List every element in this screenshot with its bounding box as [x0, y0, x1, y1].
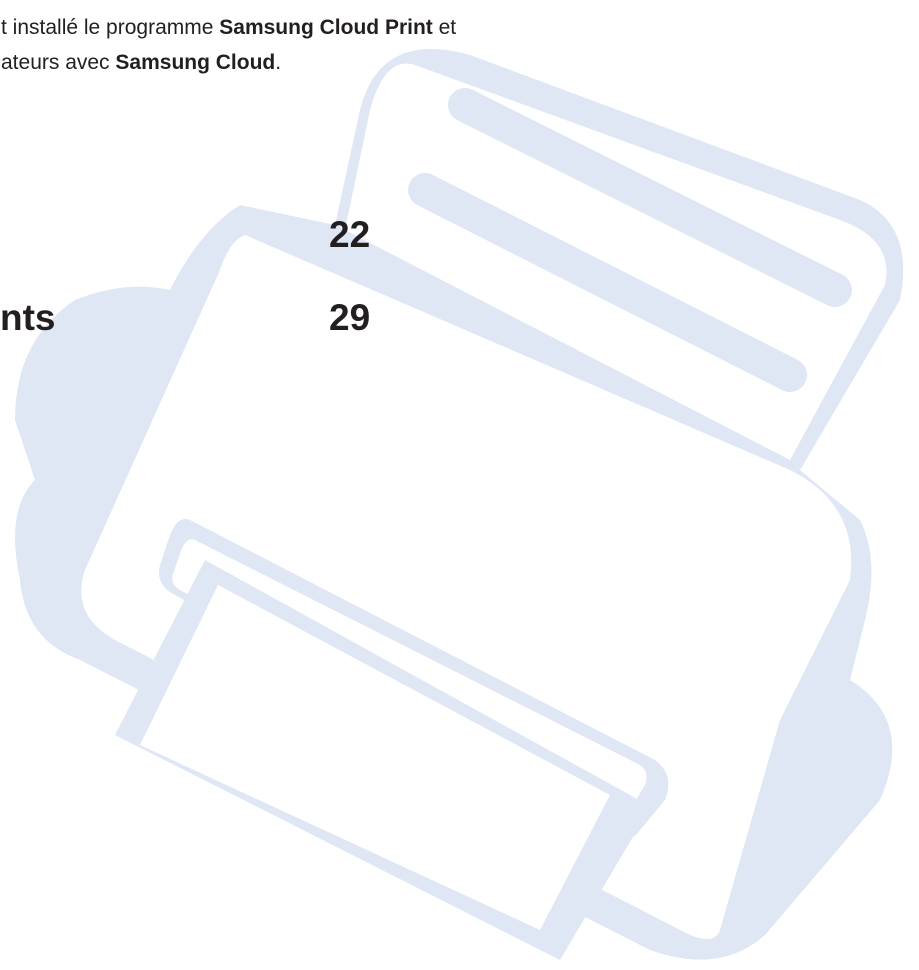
intro-line-1-prefix: t installé le programme: [1, 16, 220, 39]
toc-page-number: 22: [329, 214, 371, 255]
intro-line-2: ateurs avec Samsung Cloud.: [1, 50, 281, 76]
intro-line-1: t installé le programme Samsung Cloud Pr…: [1, 15, 456, 41]
toc-page-number: 29: [329, 297, 371, 338]
intro-line-1-suffix: et: [432, 16, 457, 39]
toc-entry-label: nts: [0, 297, 56, 338]
intro-line-2-prefix: ateurs avec: [1, 51, 116, 74]
program-name: Samsung Cloud Print: [219, 16, 433, 39]
intro-line-2-suffix: .: [275, 51, 282, 74]
service-name: Samsung Cloud: [115, 51, 276, 74]
printer-watermark-icon: [15, 49, 904, 960]
